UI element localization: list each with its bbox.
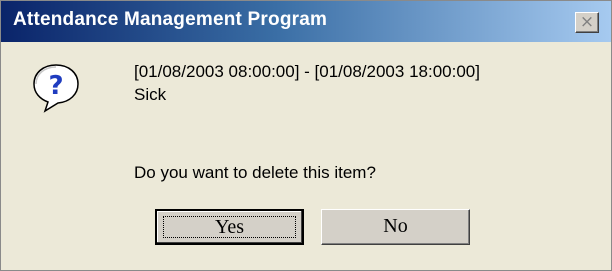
confirm-question: Do you want to delete this item?: [134, 163, 376, 182]
message-dialog: Attendance Management Program × ? [01/08…: [0, 0, 612, 271]
title-bar[interactable]: Attendance Management Program ×: [1, 1, 611, 42]
no-button[interactable]: No: [321, 209, 470, 245]
reason-text: Sick: [134, 85, 167, 104]
close-button[interactable]: ×: [575, 12, 599, 33]
yes-button-label: Yes: [214, 216, 245, 238]
window-title: Attendance Management Program: [13, 9, 328, 30]
close-icon: ×: [579, 12, 595, 32]
svg-text:?: ?: [48, 71, 63, 101]
dialog-body: ? [01/08/2003 08:00:00] - [01/08/2003 18…: [1, 42, 611, 270]
yes-button[interactable]: Yes: [155, 209, 304, 245]
time-range-text: [01/08/2003 08:00:00] - [01/08/2003 18:0…: [134, 62, 480, 81]
question-icon: ?: [33, 64, 79, 113]
no-button-label: No: [383, 215, 408, 237]
